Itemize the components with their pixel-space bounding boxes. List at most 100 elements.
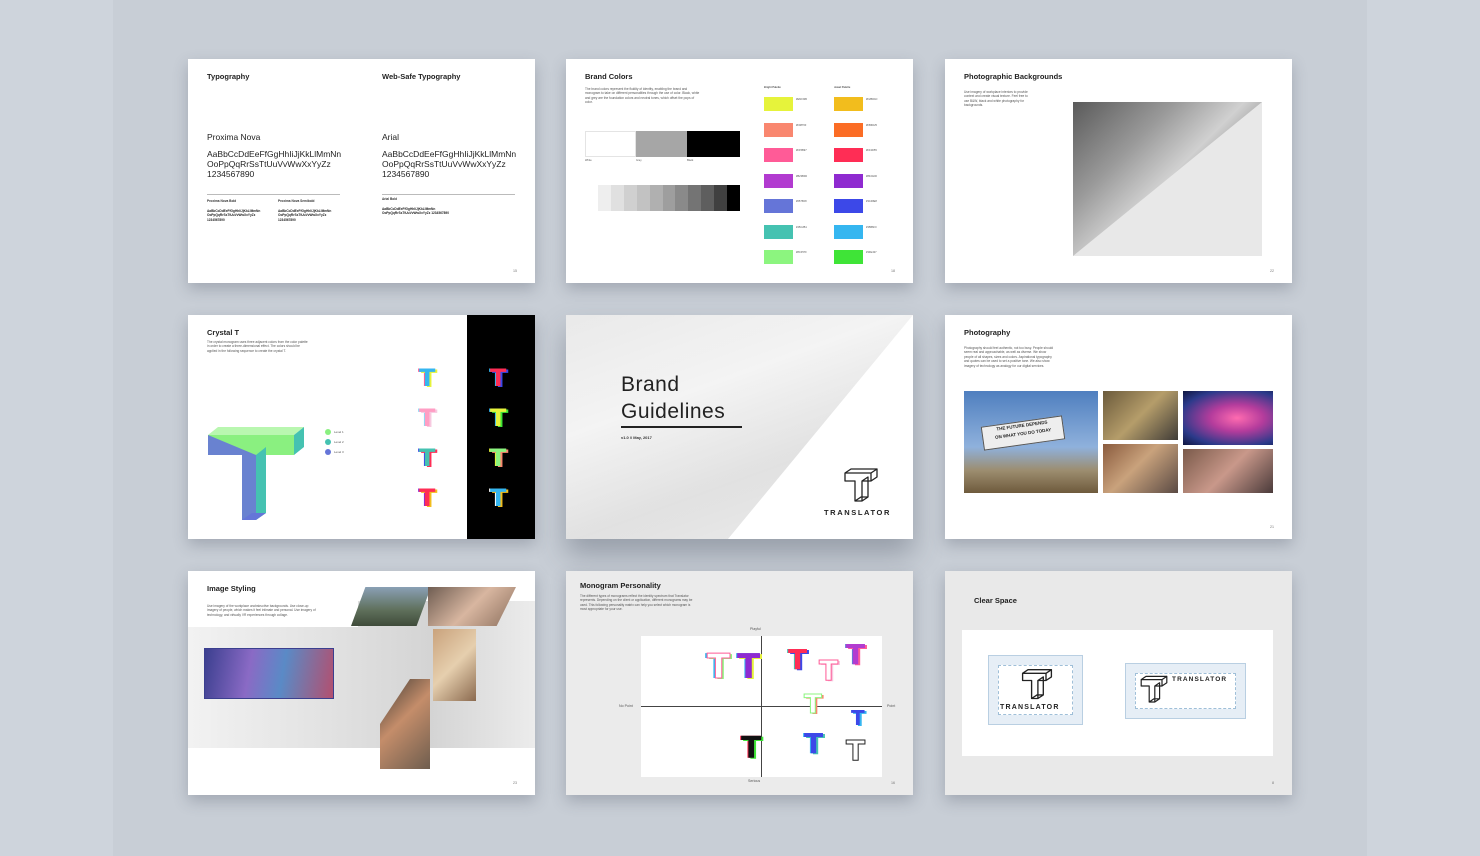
- font-sample-arial: AaBbCcDdEeFfGgHhIiJjKkLlMmNn OoPpQqRrSsT…: [382, 149, 517, 179]
- monogram-personality-slide[interactable]: Monogram Personality The different types…: [566, 571, 913, 795]
- grey-step-swatch: [727, 185, 741, 211]
- monogram-t-icon: T: [845, 734, 866, 767]
- translator-logo-icon: [1140, 675, 1168, 703]
- small-sample: AaBbCcDdEeFfGgHhIiJjKkLlMmNn OoPpQqRrSsT…: [382, 207, 449, 216]
- axis-label-top: Playful: [750, 627, 761, 631]
- bright-swatch-hex: #6575D8: [796, 200, 807, 203]
- cover-white-panel: [728, 315, 913, 539]
- logo-wordmark: TRANSLATOR: [824, 508, 891, 517]
- grey-step-swatch: [649, 185, 663, 211]
- slide-body: Use imagery of the workplace unobstructi…: [207, 604, 316, 617]
- black-swatch: [687, 131, 740, 157]
- people-photo: [1103, 391, 1178, 440]
- weight-label: Arial Bold: [382, 197, 398, 201]
- page-number: 22: [1270, 269, 1274, 273]
- monogram-t-icon: T: [846, 638, 866, 671]
- bright-swatch-hex: #45C2B1: [796, 225, 807, 229]
- weight-label: Proxima Nova Semibold: [278, 199, 315, 203]
- monogram-t-icon: T: [741, 731, 762, 766]
- slide-title: Brand Colors: [585, 72, 633, 81]
- cover-title-line: Brand: [621, 373, 680, 396]
- logo-wordmark: TRANSLATOR: [1000, 704, 1060, 711]
- slide-body: Use imagery of workplace interiors to pr…: [964, 90, 1028, 108]
- crystal-t-slide[interactable]: Crystal T The crystal monogram uses thre…: [188, 315, 535, 539]
- brand-colors-slide[interactable]: Brand Colors The brand colors represent …: [566, 59, 913, 283]
- legend-label: Level 1: [334, 430, 344, 434]
- greyscale-ramp: [585, 185, 741, 211]
- slide-title: Crystal T: [207, 328, 240, 337]
- legend-dot: [325, 429, 331, 435]
- grey-step-swatch: [623, 185, 637, 211]
- weight-label: Proxima Nova Bold: [207, 199, 237, 203]
- bright-swatch-hex: #8CF57F: [796, 251, 807, 254]
- clear-space-slide[interactable]: Clear Space TRANSLATOR TRANSLATOR 8: [945, 571, 1292, 795]
- jewel-swatch-hex: #8F2AD0: [866, 174, 877, 178]
- slide-title: Clear Space: [974, 596, 1017, 605]
- slide-title: Typography: [207, 72, 250, 81]
- jewel-swatch: [834, 224, 863, 239]
- vr-user-photo: [204, 648, 334, 699]
- font-sample-proxima: AaBbCcDdEeFfGgHhIiJjKkLlMmNn OoPpQqRrSsT…: [207, 149, 342, 179]
- bright-swatch: [764, 148, 793, 162]
- crystal-t-variant-icon: T: [419, 364, 436, 392]
- presentation-mockup-canvas: Typography Web-Safe Typography Proxima N…: [113, 0, 1367, 856]
- white-swatch: [585, 131, 636, 157]
- grey-step-swatch: [662, 185, 676, 211]
- bright-swatch: [764, 250, 793, 264]
- grey-step-swatch: [636, 185, 650, 211]
- websafe-title: Web-Safe Typography: [382, 72, 461, 81]
- monogram-t-icon: T: [851, 706, 865, 730]
- translator-logo-icon: [1021, 669, 1053, 700]
- grey-step-swatch: [585, 185, 599, 211]
- vr-headset-photo: [1183, 391, 1273, 445]
- grey-step-swatch: [701, 185, 715, 211]
- slide-body: Photography should feel authentic, not t…: [964, 346, 1054, 368]
- monogram-t-icon: T: [804, 690, 823, 720]
- personality-matrix: T T T T T T T T T T: [641, 636, 882, 777]
- page-number: 23: [513, 781, 517, 785]
- clear-space-panel: TRANSLATOR TRANSLATOR: [962, 630, 1273, 756]
- bright-swatch: [764, 122, 793, 137]
- grey-step-swatch: [675, 185, 689, 211]
- swatch-label: White: [585, 159, 592, 162]
- woman-portrait-photo: [433, 629, 476, 701]
- cover-title-line: Guidelines: [621, 400, 726, 423]
- bright-swatch-hex: #E6F33B: [796, 98, 807, 101]
- photographic-backgrounds-slide[interactable]: Photographic Backgrounds Use imagery of …: [945, 59, 1292, 283]
- photography-slide[interactable]: Photography Photography should feel auth…: [945, 315, 1292, 539]
- translator-logo-icon: [844, 468, 878, 502]
- legend-dot: [325, 449, 331, 455]
- image-styling-slide[interactable]: Image Styling Use imagery of the workpla…: [188, 571, 535, 795]
- typography-slide[interactable]: Typography Web-Safe Typography Proxima N…: [188, 59, 535, 283]
- legend-label: Level 3: [334, 450, 344, 454]
- monogram-t-icon: T: [706, 647, 731, 687]
- sign-board: THE FUTURE DEPENDS ON WHAT YOU DO TODAY: [980, 415, 1066, 451]
- slide-body: The different types of monograms reflect…: [580, 594, 693, 612]
- jewel-swatch: [834, 122, 863, 137]
- jewel-swatch: [834, 199, 863, 213]
- crystal-t-variant-icon: T: [490, 444, 507, 472]
- slide-title: Image Styling: [207, 584, 256, 593]
- jewel-swatch-hex: #3FE437: [866, 251, 877, 254]
- axis-label-left: No Point: [619, 704, 633, 708]
- bright-swatch: [764, 173, 793, 188]
- grey-swatch: [636, 131, 687, 157]
- bright-swatch: [764, 97, 793, 111]
- grey-step-swatch: [714, 185, 728, 211]
- divider: [382, 194, 515, 195]
- office-photo: [1073, 102, 1262, 256]
- jewel-swatch: [834, 148, 863, 162]
- crystal-t-variant-icon: T: [490, 404, 507, 432]
- swatch-label: Black: [687, 159, 694, 162]
- cover-title: Brand Guidelines: [621, 371, 725, 425]
- bright-palette-label: Bright Palette: [764, 86, 781, 89]
- jewel-swatch-hex: #FF2D55: [866, 149, 877, 152]
- monogram-t-icon: T: [788, 643, 808, 676]
- jewel-swatch-hex: #3C48E8: [866, 200, 877, 203]
- monogram-t-icon: T: [804, 727, 824, 760]
- hands-photo: [1183, 449, 1273, 493]
- cover-slide[interactable]: Brand Guidelines v1.0 // May, 2017 TRANS…: [566, 315, 913, 539]
- slide-body: The brand colors represent the fluidity …: [585, 87, 700, 105]
- slide-title: Photographic Backgrounds: [964, 72, 1063, 81]
- monogram-t-icon: T: [737, 647, 761, 687]
